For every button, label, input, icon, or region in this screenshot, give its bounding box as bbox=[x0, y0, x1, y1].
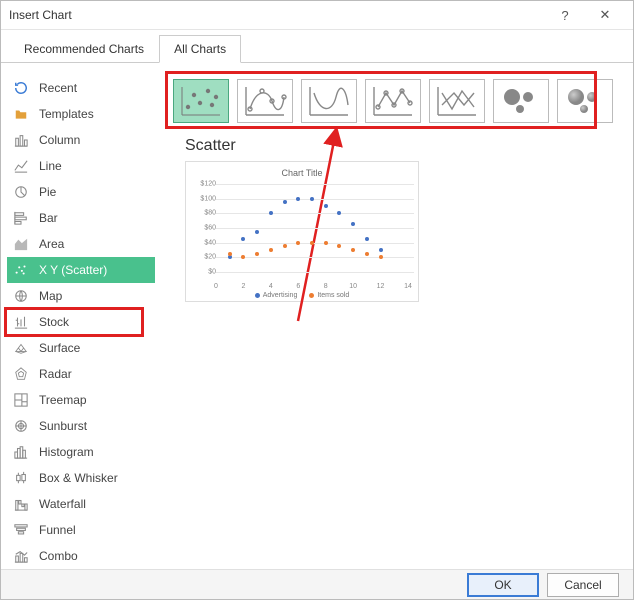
category-label: Pie bbox=[39, 185, 56, 199]
subtype-heading: Scatter bbox=[185, 137, 621, 155]
category-bar[interactable]: Bar bbox=[7, 205, 155, 231]
category-templates[interactable]: Templates bbox=[7, 101, 155, 127]
sunburst-icon bbox=[13, 418, 29, 434]
box-whisker-icon bbox=[13, 470, 29, 486]
category-label: Templates bbox=[39, 107, 94, 121]
category-label: Area bbox=[39, 237, 64, 251]
category-label: Funnel bbox=[39, 523, 76, 537]
category-label: Combo bbox=[39, 549, 78, 563]
combo-icon bbox=[13, 548, 29, 564]
category-map[interactable]: Map bbox=[7, 283, 155, 309]
category-label: Sunburst bbox=[39, 419, 87, 433]
subtype-scatter-smooth-markers[interactable] bbox=[237, 79, 293, 123]
insert-chart-dialog: Insert Chart ? ✕ Recommended Charts All … bbox=[0, 0, 634, 600]
category-label: Box & Whisker bbox=[39, 471, 118, 485]
surface-icon bbox=[13, 340, 29, 356]
category-label: Line bbox=[39, 159, 62, 173]
cancel-button[interactable]: Cancel bbox=[547, 573, 619, 597]
category-area[interactable]: Area bbox=[7, 231, 155, 257]
category-line[interactable]: Line bbox=[7, 153, 155, 179]
category-label: Histogram bbox=[39, 445, 94, 459]
category-histogram[interactable]: Histogram bbox=[7, 439, 155, 465]
scatter-icon bbox=[13, 262, 29, 278]
subtype-scatter[interactable] bbox=[173, 79, 229, 123]
category-treemap[interactable]: Treemap bbox=[7, 387, 155, 413]
category-box-whisker[interactable]: Box & Whisker bbox=[7, 465, 155, 491]
scatter-subtype-row bbox=[173, 79, 621, 123]
histogram-icon bbox=[13, 444, 29, 460]
category-label: Radar bbox=[39, 367, 72, 381]
subtype-scatter-straight[interactable] bbox=[429, 79, 485, 123]
category-waterfall[interactable]: Waterfall bbox=[7, 491, 155, 517]
category-label: Treemap bbox=[39, 393, 87, 407]
bar-icon bbox=[13, 210, 29, 226]
column-icon bbox=[13, 132, 29, 148]
treemap-icon bbox=[13, 392, 29, 408]
legend-item-s1: Advertising bbox=[255, 292, 298, 299]
category-sunburst[interactable]: Sunburst bbox=[7, 413, 155, 439]
category-label: Column bbox=[39, 133, 80, 147]
tab-strip: Recommended Charts All Charts bbox=[1, 30, 633, 63]
category-combo[interactable]: Combo bbox=[7, 543, 155, 569]
ok-button[interactable]: OK bbox=[467, 573, 539, 597]
category-surface[interactable]: Surface bbox=[7, 335, 155, 361]
chart-category-list: Recent Templates Column Line bbox=[7, 75, 155, 569]
dialog-footer: OK Cancel bbox=[1, 569, 633, 599]
subtype-scatter-straight-markers[interactable] bbox=[365, 79, 421, 123]
close-button[interactable]: ✕ bbox=[585, 1, 625, 29]
legend-item-s2: Items sold bbox=[309, 292, 349, 299]
titlebar: Insert Chart ? ✕ bbox=[1, 1, 633, 30]
funnel-icon bbox=[13, 522, 29, 538]
category-stock[interactable]: Stock bbox=[7, 309, 155, 335]
templates-icon bbox=[13, 106, 29, 122]
category-column[interactable]: Column bbox=[7, 127, 155, 153]
subtype-bubble[interactable] bbox=[493, 79, 549, 123]
category-recent[interactable]: Recent bbox=[7, 75, 155, 101]
chart-preview[interactable]: Chart Title $0$20$40$60$80$100$120024681… bbox=[185, 161, 419, 302]
category-label: Recent bbox=[39, 81, 77, 95]
tab-all-charts[interactable]: All Charts bbox=[159, 35, 241, 63]
category-xy-scatter[interactable]: X Y (Scatter) bbox=[7, 257, 155, 283]
recent-icon bbox=[13, 80, 29, 96]
category-label: X Y (Scatter) bbox=[39, 263, 107, 277]
subtype-scatter-smooth[interactable] bbox=[301, 79, 357, 123]
tab-recommended-charts[interactable]: Recommended Charts bbox=[9, 35, 159, 63]
category-label: Bar bbox=[39, 211, 58, 225]
pie-icon bbox=[13, 184, 29, 200]
map-icon bbox=[13, 288, 29, 304]
area-icon bbox=[13, 236, 29, 252]
subtype-bubble-3d[interactable] bbox=[557, 79, 613, 123]
category-label: Map bbox=[39, 289, 62, 303]
category-funnel[interactable]: Funnel bbox=[7, 517, 155, 543]
category-label: Surface bbox=[39, 341, 80, 355]
preview-plot: $0$20$40$60$80$100$12002468101214 bbox=[194, 180, 414, 280]
help-button[interactable]: ? bbox=[545, 1, 585, 29]
radar-icon bbox=[13, 366, 29, 382]
category-pie[interactable]: Pie bbox=[7, 179, 155, 205]
preview-title: Chart Title bbox=[190, 168, 414, 178]
preview-legend: Advertising Items sold bbox=[190, 292, 414, 299]
category-radar[interactable]: Radar bbox=[7, 361, 155, 387]
category-label: Stock bbox=[39, 315, 69, 329]
waterfall-icon bbox=[13, 496, 29, 512]
category-label: Waterfall bbox=[39, 497, 86, 511]
window-title: Insert Chart bbox=[9, 8, 72, 22]
line-icon bbox=[13, 158, 29, 174]
stock-icon bbox=[13, 314, 29, 330]
